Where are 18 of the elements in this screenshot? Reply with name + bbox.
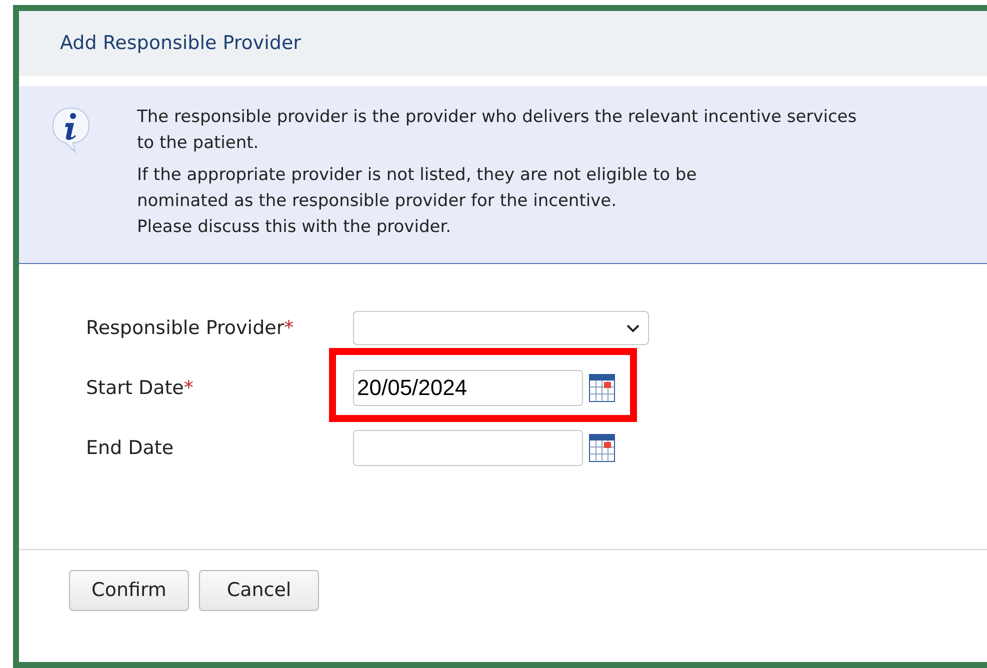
- date-field[interactable]: 20/05/2024: [353, 370, 583, 406]
- info-icon: [51, 106, 91, 156]
- info-text: If the appropriate provider is not listed, they are not eligible to be: [137, 164, 698, 187]
- field-label: Start Date: [86, 376, 184, 401]
- dialog-button[interactable]: Cancel: [199, 570, 319, 611]
- dialog-button[interactable]: Confirm: [69, 570, 189, 611]
- required-mark: *: [184, 376, 194, 401]
- field-label: End Date: [86, 436, 174, 461]
- info-text: The responsible provider is the provider who delivers the relevant incentive services to the patient.: [137, 106, 858, 155]
- info-text: Please discuss this with the provider.: [137, 216, 452, 239]
- info-text: nominated as the responsible provider for the incentive.: [137, 190, 618, 213]
- date-field[interactable]: [353, 430, 583, 466]
- calendar-icon[interactable]: [589, 434, 615, 462]
- chevron-down-icon: [626, 324, 640, 332]
- field-label: Responsible Provider: [86, 316, 284, 341]
- dialog-title: Add Responsible Provider: [60, 31, 301, 56]
- required-mark: *: [284, 316, 294, 341]
- calendar-icon[interactable]: [589, 374, 615, 402]
